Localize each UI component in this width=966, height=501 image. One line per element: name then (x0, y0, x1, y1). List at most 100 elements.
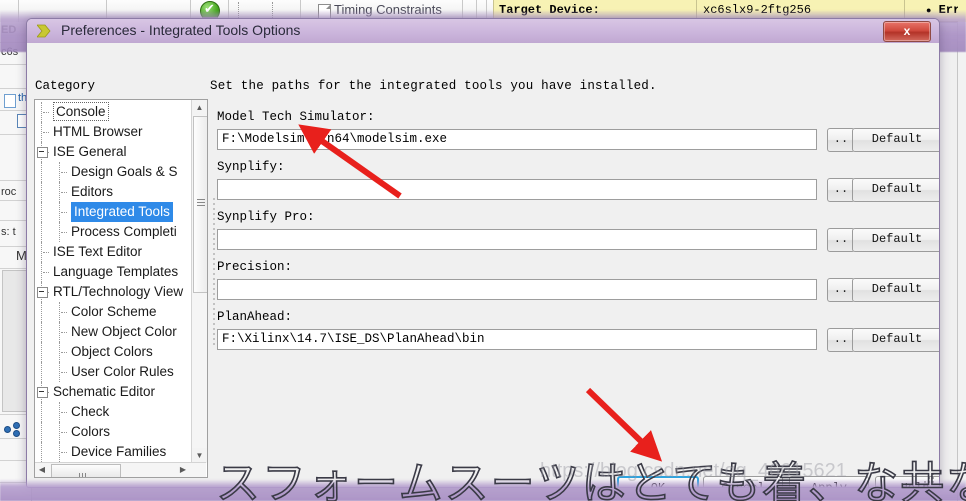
tree-horizontal-scrollbar[interactable]: ◀ ▶ (35, 462, 206, 477)
bg-text-st: s: t (1, 226, 16, 238)
chevron-right-icon (37, 24, 55, 38)
field-input-3[interactable] (217, 279, 817, 300)
tree-collapse-icon[interactable] (37, 387, 48, 398)
scroll-grip-icon (79, 468, 89, 477)
url-watermark: https://blog.csdn.net/qq_46615621 (540, 460, 847, 482)
scroll-left-icon[interactable]: ◀ (35, 463, 49, 477)
browse-button-4[interactable]: .. (827, 328, 855, 352)
tree-guide-icon (59, 362, 60, 382)
close-icon[interactable]: x (883, 21, 931, 42)
tree-item-label: Schematic Editor (53, 384, 156, 399)
tree-item-label: Editors (71, 184, 114, 199)
tree-item-user-color-rules[interactable]: User Color Rules (35, 362, 191, 382)
tree-item-label: ISE Text Editor (53, 244, 143, 259)
tree-item-integrated-tools[interactable]: Integrated Tools (35, 202, 191, 222)
tree-tick-icon (61, 412, 67, 413)
tree-tick-icon (61, 372, 67, 373)
tree-collapse-icon[interactable] (37, 287, 48, 298)
tree-item-device-families[interactable]: Device Families (35, 442, 191, 462)
tree-item-object-colors[interactable]: Object Colors (35, 342, 191, 362)
tree-vscroll-thumb[interactable] (193, 116, 207, 293)
tree-tick-icon (61, 332, 67, 333)
dialog-body: Category Set the paths for the integrate… (27, 43, 939, 487)
tree-tick-icon (61, 232, 67, 233)
tree-collapse-icon[interactable] (37, 147, 48, 158)
background-right-scrollbar[interactable] (957, 22, 966, 501)
tree-item-console[interactable]: Console (35, 102, 191, 122)
browse-button-2[interactable]: .. (827, 228, 855, 252)
tree-guide-icon (41, 322, 42, 342)
dialog-title: Preferences - Integrated Tools Options (61, 22, 301, 38)
tree-guide-icon (59, 162, 60, 182)
field-input-4[interactable]: F:\Xilinx\14.7\ISE_DS\PlanAhead\bin (217, 329, 817, 350)
tree-guide-icon (41, 242, 42, 262)
browse-button-1[interactable]: .. (827, 178, 855, 202)
tree-item-language-templates[interactable]: Language Templates (35, 262, 191, 282)
tree-item-check[interactable]: Check (35, 402, 191, 422)
tree-guide-icon (41, 422, 42, 442)
hierarchy-icon (4, 422, 20, 437)
tree-guide-icon (59, 202, 60, 222)
tree-tick-icon (43, 112, 49, 113)
tree-item-label: Object Colors (71, 344, 153, 359)
tree-vertical-scrollbar[interactable]: ▲ ▼ (191, 100, 207, 463)
tree-hscroll-thumb[interactable] (51, 464, 121, 477)
tree-tick-icon (43, 272, 49, 273)
tree-guide-icon (59, 322, 60, 342)
tree-item-label: Colors (71, 424, 111, 439)
tree-tick-icon (61, 192, 67, 193)
tree-item-html-browser[interactable]: HTML Browser (35, 122, 191, 142)
field-input-1[interactable] (217, 179, 817, 200)
default-button-4[interactable]: Default (852, 328, 939, 352)
tree-guide-icon (59, 442, 60, 462)
tree-item-label: Process Completi (71, 224, 177, 239)
dialog-title-bar[interactable]: Preferences - Integrated Tools Options x (27, 19, 939, 44)
category-tree[interactable]: Console HTML Browser ISE General Design Goa… (34, 99, 208, 478)
tree-item-editors[interactable]: Editors (35, 182, 191, 202)
screenshot-root: Timing Constraints Target Device: xc6slx… (0, 0, 966, 501)
dialog-hint-text: Set the paths for the integrated tools y… (210, 79, 657, 93)
tree-item-label: User Color Rules (71, 364, 174, 379)
tree-tick-icon (61, 172, 67, 173)
default-button-2[interactable]: Default (852, 228, 939, 252)
scroll-grip-icon (197, 199, 205, 206)
tree-item-ise-text-editor[interactable]: ISE Text Editor (35, 242, 191, 262)
scroll-down-icon[interactable]: ▼ (192, 448, 207, 463)
tree-item-colors[interactable]: Colors (35, 422, 191, 442)
tree-item-color-scheme[interactable]: Color Scheme (35, 302, 191, 322)
default-button-0[interactable]: Default (852, 128, 939, 152)
tree-guide-icon (41, 262, 42, 282)
tree-item-label: HTML Browser (53, 124, 143, 139)
tree-item-new-object-color[interactable]: New Object Color (35, 322, 191, 342)
default-button-1[interactable]: Default (852, 178, 939, 202)
tree-item-ise-general[interactable]: ISE General (35, 142, 191, 162)
field-label-0: Model Tech Simulator: (217, 110, 375, 124)
tree-tick-icon (43, 132, 49, 133)
browse-button-3[interactable]: .. (827, 278, 855, 302)
field-input-0[interactable]: F:\Modelsim\win64\modelsim.exe (217, 129, 817, 150)
preferences-dialog: Preferences - Integrated Tools Options x… (26, 18, 940, 488)
scroll-up-icon[interactable]: ▲ (192, 100, 207, 115)
tree-guide-icon (41, 182, 42, 202)
file-icon (4, 94, 16, 108)
tree-item-label: Check (71, 404, 110, 419)
tree-guide-icon (59, 182, 60, 202)
field-label-4: PlanAhead: (217, 310, 293, 324)
panel-splitter[interactable] (212, 198, 216, 346)
tree-guide-icon (41, 122, 42, 142)
tree-item-label: Design Goals & S (71, 164, 178, 179)
tree-item-label: RTL/Technology View (53, 284, 184, 299)
browse-button-0[interactable]: .. (827, 128, 855, 152)
tree-guide-icon (59, 342, 60, 362)
field-input-2[interactable] (217, 229, 817, 250)
bg-text-roc: roc (1, 186, 17, 198)
tree-item-label: Language Templates (53, 264, 179, 279)
scroll-right-icon[interactable]: ▶ (176, 463, 190, 477)
tree-guide-icon (41, 202, 42, 222)
default-button-3[interactable]: Default (852, 278, 939, 302)
tree-item-schematic-editor[interactable]: Schematic Editor (35, 382, 191, 402)
tree-item-process-completi[interactable]: Process Completi (35, 222, 191, 242)
tree-item-design-goals-s[interactable]: Design Goals & S (35, 162, 191, 182)
tree-tick-icon (61, 312, 67, 313)
tree-item-rtl-technology-view[interactable]: RTL/Technology View (35, 282, 191, 302)
